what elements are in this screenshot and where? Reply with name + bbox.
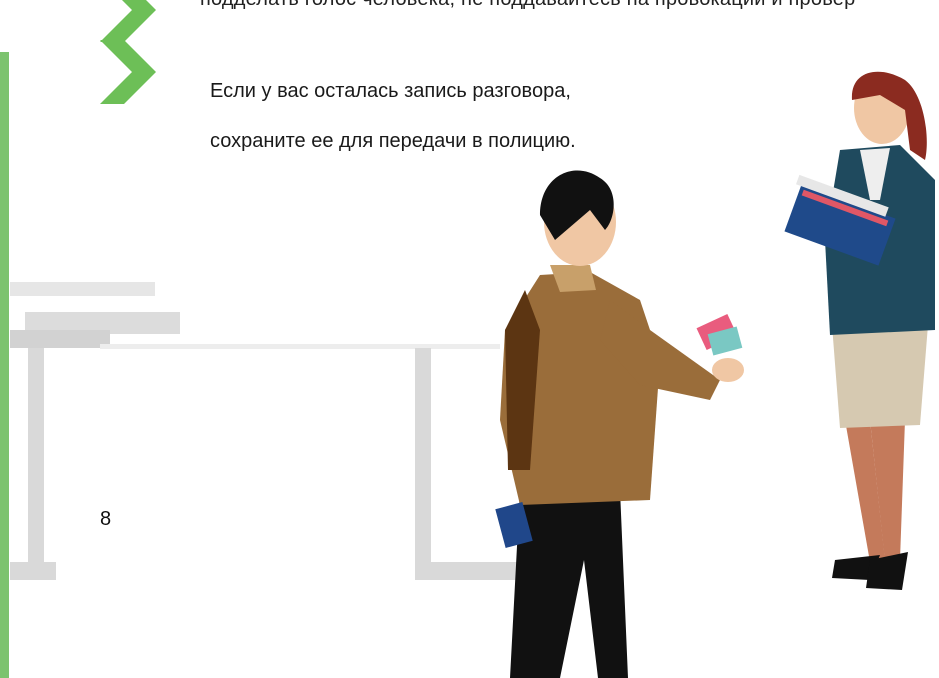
document-page: подделать голос человека, не поддавайтес…: [0, 0, 939, 678]
man-illustration: [495, 170, 744, 678]
illustration: [10, 71, 935, 678]
woman-illustration: [784, 71, 935, 590]
page-number: 8: [100, 508, 112, 530]
desk-illustration: [10, 282, 525, 580]
